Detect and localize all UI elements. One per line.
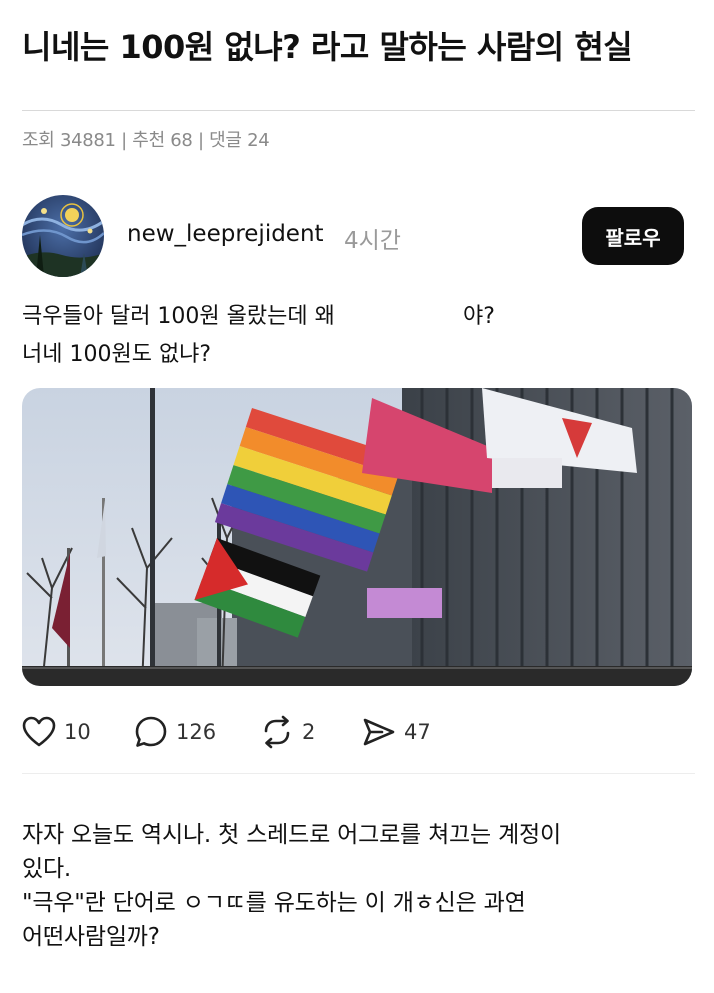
repost-count: 2 xyxy=(302,720,316,744)
photo-flags-rally-icon xyxy=(22,388,692,686)
comment-count: 126 xyxy=(176,720,217,744)
repost-button[interactable]: 2 xyxy=(260,712,315,752)
post-header: new_leeprejident 4시간 팔로우 xyxy=(22,195,684,277)
page-title: 니네는 100원 없냐? 라고 말하는 사람의 현실 xyxy=(22,28,633,66)
post-stats: 조회 34881 | 추천 68 | 댓글 24 xyxy=(22,130,270,151)
like-button[interactable]: 10 xyxy=(22,712,91,752)
like-count: 10 xyxy=(64,720,91,744)
body-line-2: 있다. xyxy=(22,856,72,882)
repost-icon xyxy=(264,715,290,749)
post-text-line-1-tail: 야? xyxy=(463,304,495,329)
article-body: 자자 오늘도 역시나. 첫 스레드로 어그로를 쳐끄는 계정이 있다. "극우"… xyxy=(22,818,692,954)
post-actions: 10 126 2 47 xyxy=(22,712,682,752)
share-button[interactable]: 47 xyxy=(362,712,431,752)
follow-button[interactable]: 팔로우 xyxy=(582,207,684,265)
avatar[interactable] xyxy=(22,195,104,277)
body-line-3: "극우"란 단어로 ㅇㄱㄸ를 유도하는 이 개ㅎ신은 과연 xyxy=(22,890,526,916)
body-line-1: 자자 오늘도 역시나. 첫 스레드로 어그로를 쳐끄는 계정이 xyxy=(22,822,561,848)
post-image[interactable] xyxy=(22,388,692,686)
send-icon xyxy=(363,718,395,746)
share-count: 47 xyxy=(404,720,431,744)
post-time: 4시간 xyxy=(344,228,401,254)
body-line-4: 어떤사람일까? xyxy=(22,924,160,950)
comment-icon xyxy=(135,716,167,747)
heart-icon xyxy=(22,716,56,747)
title-divider xyxy=(22,110,695,111)
section-divider xyxy=(22,773,695,774)
username[interactable]: new_leeprejident xyxy=(127,221,324,247)
post-text-line-1: 극우들아 달러 100원 올랐는데 왜 xyxy=(22,304,335,329)
comment-button[interactable]: 126 xyxy=(134,712,216,752)
post-text-line-2: 너네 100원도 없냐? xyxy=(22,342,212,367)
